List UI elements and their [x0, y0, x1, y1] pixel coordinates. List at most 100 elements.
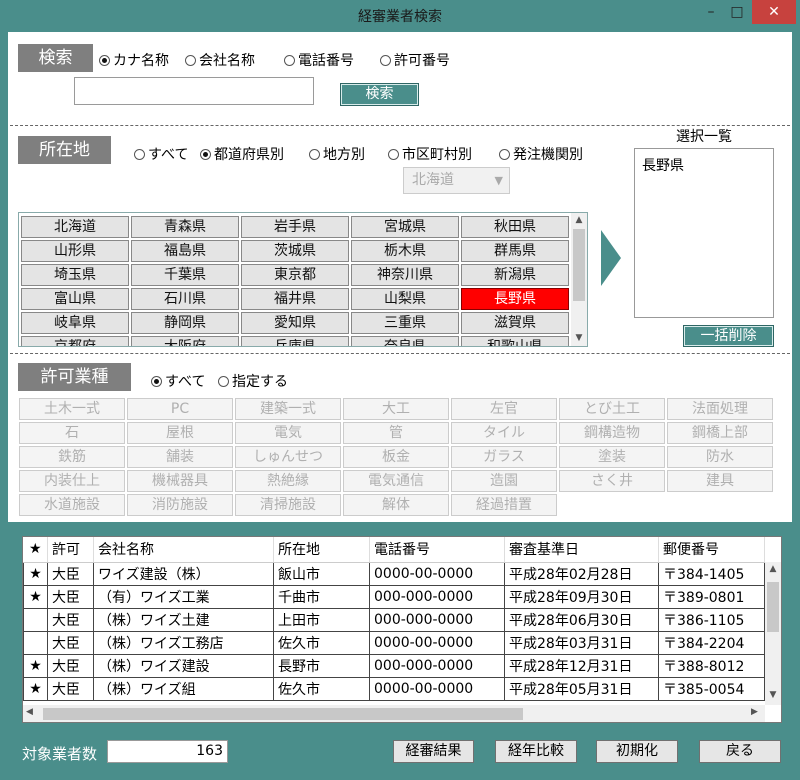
keishin-result-button[interactable]: 経審結果	[393, 740, 474, 763]
column-header[interactable]: ★	[23, 537, 48, 563]
column-header[interactable]: 会社名称	[93, 537, 274, 563]
prefecture-button[interactable]: 愛知県	[241, 312, 349, 334]
table-row[interactable]: ★ 大臣 （株）ワイズ組 佐久市 0000-00-0000 平成28年05月31日 〒385…	[23, 676, 765, 701]
table-row[interactable]: ★ 大臣 （有）ワイズ工業 千曲市 000-000-0000 平成28年09月30日 〒38…	[23, 584, 765, 609]
scroll-right-icon[interactable]: ▶	[751, 707, 758, 717]
permit-type-button[interactable]: 石	[19, 422, 125, 444]
radio-location-all[interactable]: すべて	[134, 144, 188, 164]
permit-type-button[interactable]: とび土工	[559, 398, 665, 420]
table-row[interactable]: 大臣 （株）ワイズ土建 上田市 000-000-0000 平成28年06月30日 〒386…	[23, 607, 765, 632]
yearly-compare-button[interactable]: 経年比較	[495, 740, 577, 763]
radio-search-kana[interactable]: カナ名称	[99, 50, 169, 70]
scroll-thumb[interactable]	[43, 708, 523, 720]
region-select[interactable]: 北海道 ▼	[403, 167, 510, 194]
prefecture-button[interactable]: 奈良県	[351, 336, 459, 346]
radio-permit-all[interactable]: すべて	[151, 371, 205, 391]
radio-search-permit-no[interactable]: 許可番号	[380, 50, 450, 70]
permit-type-button[interactable]: 経過措置	[451, 494, 557, 516]
permit-type-button[interactable]: 法面処理	[667, 398, 773, 420]
scroll-thumb[interactable]	[573, 229, 585, 301]
scroll-down-icon[interactable]: ▼	[571, 333, 587, 343]
permit-type-button[interactable]: 電気通信	[343, 470, 449, 492]
selection-list[interactable]: 長野県	[634, 148, 774, 318]
prefecture-button[interactable]: 長野県	[461, 288, 569, 310]
prefecture-button[interactable]: 神奈川県	[351, 264, 459, 286]
maximize-button[interactable]: □	[727, 2, 747, 24]
search-button[interactable]: 検索	[340, 83, 419, 106]
prefecture-button[interactable]: 埼玉県	[21, 264, 129, 286]
prefecture-button[interactable]: 滋賀県	[461, 312, 569, 334]
column-header[interactable]: 郵便番号	[658, 537, 765, 563]
prefecture-button[interactable]: 新潟県	[461, 264, 569, 286]
prefecture-button[interactable]: 和歌山県	[461, 336, 569, 346]
prefecture-button[interactable]: 岩手県	[241, 216, 349, 238]
scroll-thumb[interactable]	[767, 582, 779, 632]
prefecture-button[interactable]: 青森県	[131, 216, 239, 238]
prefecture-button[interactable]: 三重県	[351, 312, 459, 334]
clear-all-button[interactable]: 一括削除	[683, 325, 774, 347]
scroll-up-icon[interactable]: ▲	[571, 215, 587, 225]
prefecture-button[interactable]: 大阪府	[131, 336, 239, 346]
permit-type-button[interactable]: 鋼橋上部	[667, 422, 773, 444]
permit-type-button[interactable]: 防水	[667, 446, 773, 468]
scroll-left-icon[interactable]: ◀	[26, 707, 33, 717]
prefecture-button[interactable]: 東京都	[241, 264, 349, 286]
scroll-up-icon[interactable]: ▲	[765, 564, 781, 574]
prefecture-button[interactable]: 山梨県	[351, 288, 459, 310]
table-row[interactable]: 大臣 （株）ワイズ工務店 佐久市 0000-00-0000 平成28年03月31日 〒38…	[23, 630, 765, 655]
results-vscrollbar[interactable]: ▲ ▼	[765, 562, 781, 705]
prefecture-button[interactable]: 静岡県	[131, 312, 239, 334]
permit-type-button[interactable]: 熱絶縁	[235, 470, 341, 492]
column-header[interactable]: 許可	[47, 537, 94, 563]
results-hscrollbar[interactable]: ◀ ▶	[23, 705, 765, 722]
prefecture-button[interactable]: 富山県	[21, 288, 129, 310]
column-header[interactable]: 審査基準日	[504, 537, 659, 563]
column-header[interactable]: 所在地	[273, 537, 370, 563]
radio-search-phone[interactable]: 電話番号	[284, 50, 354, 70]
permit-type-button[interactable]: 機械器具	[127, 470, 233, 492]
prefecture-button[interactable]: 兵庫県	[241, 336, 349, 346]
prefecture-button[interactable]: 山形県	[21, 240, 129, 262]
permit-type-button[interactable]: 屋根	[127, 422, 233, 444]
prefecture-button[interactable]: 岐阜県	[21, 312, 129, 334]
prefecture-button[interactable]: 石川県	[131, 288, 239, 310]
permit-type-button[interactable]: 舗装	[127, 446, 233, 468]
scroll-down-icon[interactable]: ▼	[765, 690, 781, 700]
permit-type-button[interactable]: 管	[343, 422, 449, 444]
permit-type-button[interactable]: 解体	[343, 494, 449, 516]
permit-type-button[interactable]: ガラス	[451, 446, 557, 468]
permit-type-button[interactable]: 清掃施設	[235, 494, 341, 516]
table-row[interactable]: ★ 大臣 ワイズ建設（株） 飯山市 0000-00-0000 平成28年02月28日 〒38…	[23, 561, 765, 586]
prefecture-button[interactable]: 茨城県	[241, 240, 349, 262]
radio-search-company[interactable]: 会社名称	[185, 50, 255, 70]
radio-location-prefecture[interactable]: 都道府県別	[200, 144, 284, 164]
permit-type-button[interactable]: PC	[127, 398, 233, 420]
permit-type-button[interactable]: 左官	[451, 398, 557, 420]
permit-type-button[interactable]: 板金	[343, 446, 449, 468]
permit-type-button[interactable]: 消防施設	[127, 494, 233, 516]
permit-type-button[interactable]: 大工	[343, 398, 449, 420]
permit-type-button[interactable]: 建具	[667, 470, 773, 492]
table-row[interactable]: ★ 大臣 （株）ワイズ建設 長野市 000-000-0000 平成28年12月31日 〒38…	[23, 653, 765, 678]
radio-permit-specify[interactable]: 指定する	[218, 371, 288, 391]
list-item[interactable]: 長野県	[642, 155, 766, 175]
reset-button[interactable]: 初期化	[596, 740, 678, 763]
permit-type-button[interactable]: 電気	[235, 422, 341, 444]
permit-type-button[interactable]: しゅんせつ	[235, 446, 341, 468]
permit-type-button[interactable]: 造園	[451, 470, 557, 492]
permit-type-button[interactable]: 水道施設	[19, 494, 125, 516]
close-button[interactable]: ✕	[752, 0, 796, 24]
radio-location-region[interactable]: 地方別	[309, 144, 365, 164]
prefecture-button[interactable]: 京都府	[21, 336, 129, 346]
permit-type-button[interactable]: 塗装	[559, 446, 665, 468]
permit-type-button[interactable]: 鉄筋	[19, 446, 125, 468]
prefecture-button[interactable]: 北海道	[21, 216, 129, 238]
prefecture-button[interactable]: 秋田県	[461, 216, 569, 238]
prefecture-scrollbar[interactable]: ▲ ▼	[571, 213, 587, 346]
minimize-button[interactable]: –	[700, 2, 722, 24]
search-input[interactable]	[74, 77, 314, 105]
prefecture-button[interactable]: 千葉県	[131, 264, 239, 286]
permit-type-button[interactable]: 土木一式	[19, 398, 125, 420]
radio-location-city[interactable]: 市区町村別	[388, 144, 472, 164]
column-header[interactable]: 電話番号	[369, 537, 505, 563]
